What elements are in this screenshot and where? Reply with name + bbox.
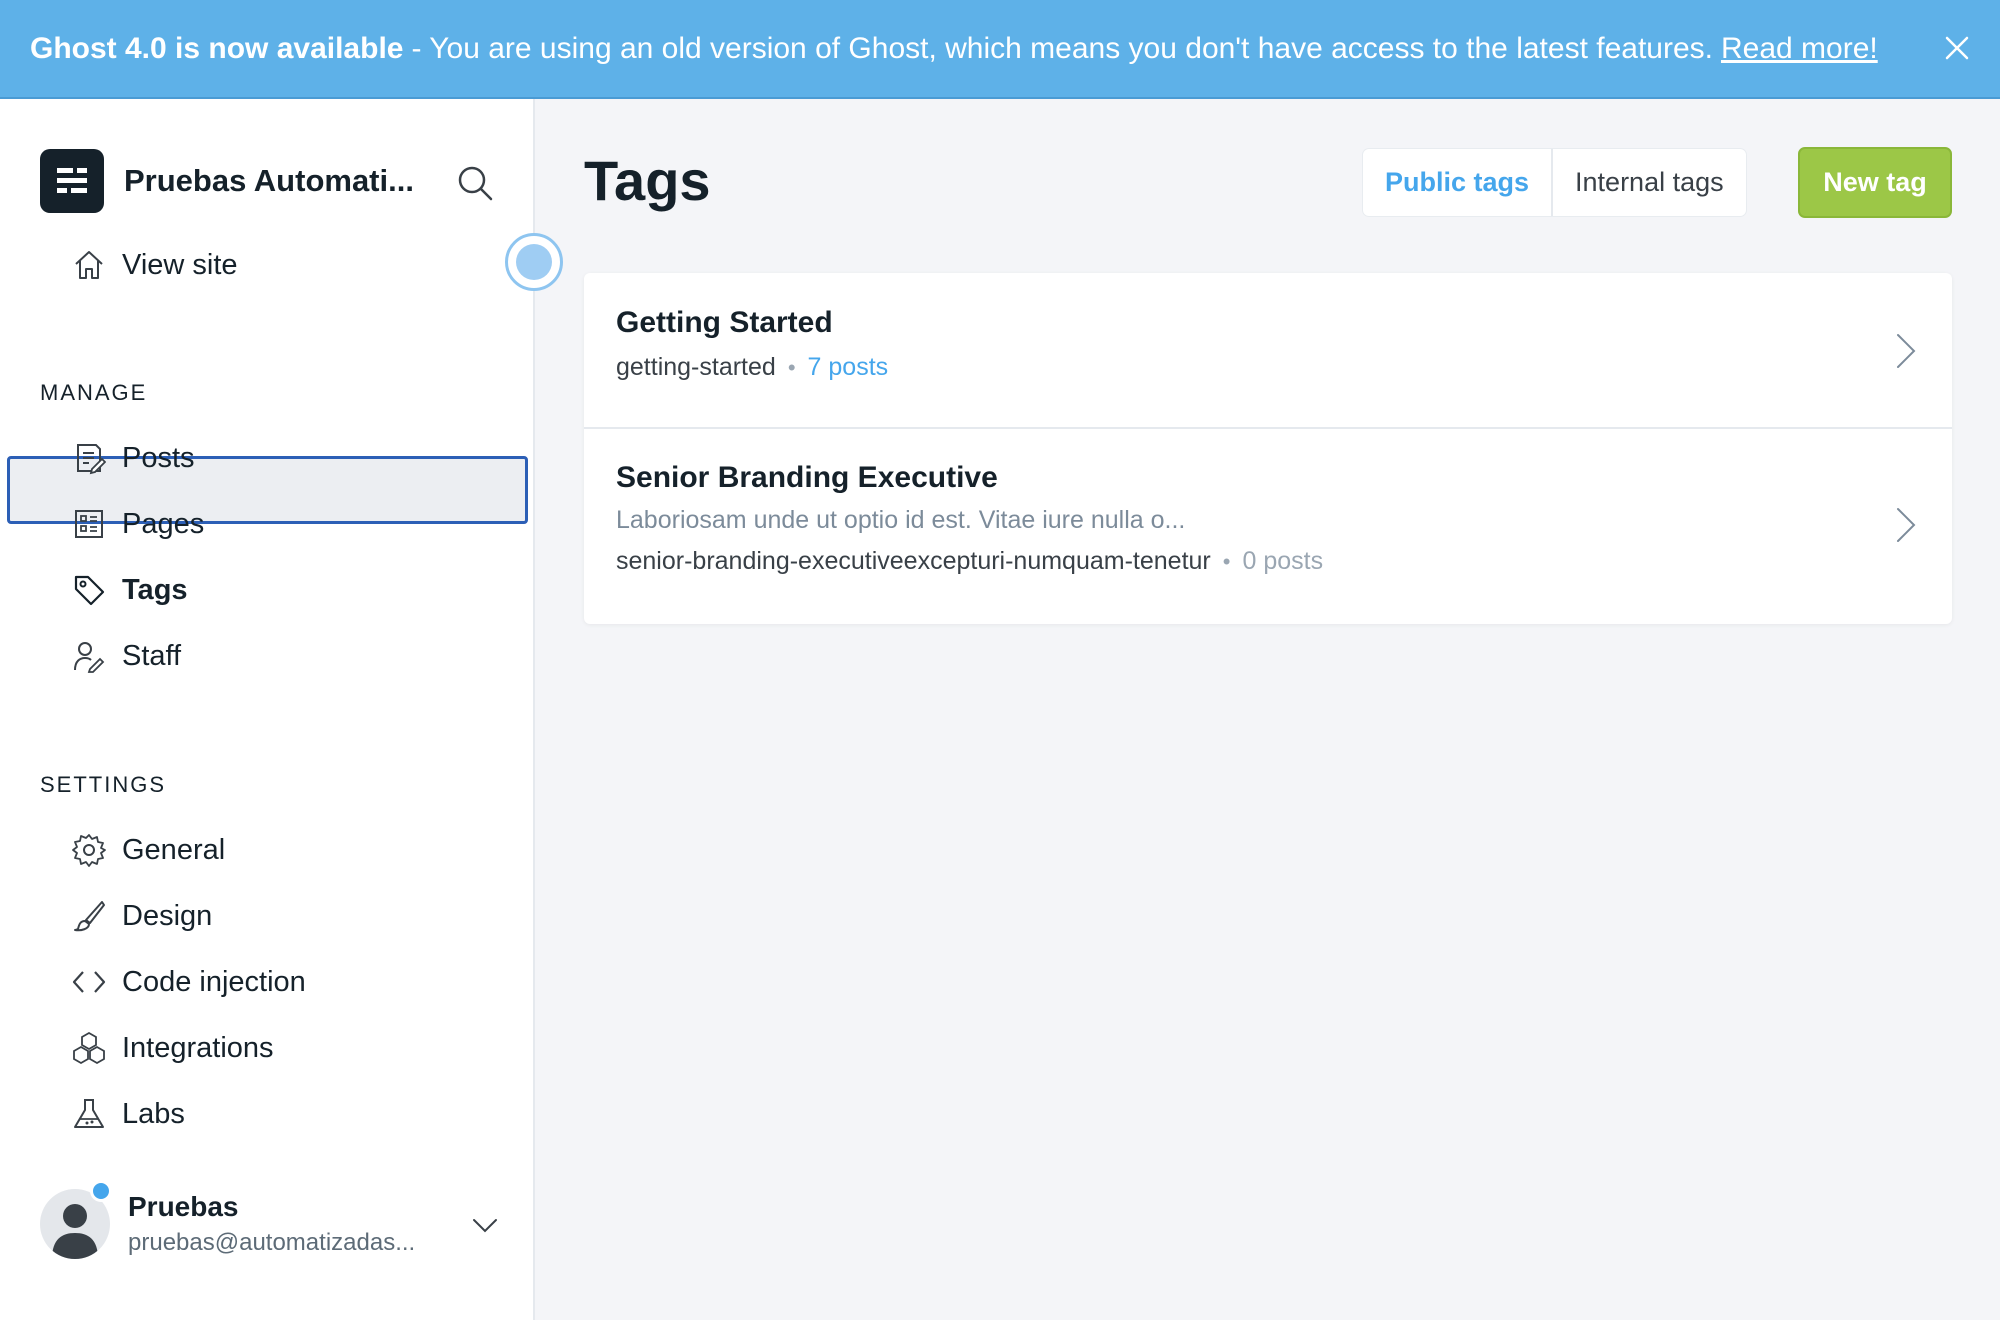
new-tag-button[interactable]: New tag [1798, 147, 1952, 218]
banner-message: - You are using an old version of Ghost,… [411, 31, 1713, 65]
sidebar-item-label: Code injection [122, 965, 306, 998]
chevron-right-icon [1897, 334, 1916, 368]
sidebar-item-staff[interactable]: Staff [72, 632, 181, 680]
update-banner: Ghost 4.0 is now available - You are usi… [0, 0, 2000, 99]
view-site-link[interactable]: View site [72, 241, 238, 289]
notification-dot [90, 1180, 112, 1202]
sidebar-item-posts[interactable]: Posts [72, 434, 195, 482]
tag-name: Getting Started [616, 306, 833, 339]
home-icon [75, 251, 103, 279]
user-email: pruebas@automatizadas... [128, 1229, 416, 1256]
tag-slug: getting-started [616, 353, 776, 381]
tab-internal-tags[interactable]: Internal tags [1553, 149, 1746, 216]
staff-icon [74, 642, 105, 673]
cubes-icon [73, 1031, 105, 1065]
pages-icon [75, 510, 103, 538]
code-icon [72, 971, 106, 993]
banner-title: Ghost 4.0 is now available [30, 31, 404, 65]
tag-slug: senior-branding-executiveexcepturi-numqu… [616, 547, 1211, 575]
sidebar-item-general[interactable]: General [72, 826, 225, 874]
tag-icon [74, 575, 105, 606]
user-name: Pruebas [128, 1191, 239, 1222]
sidebar: Pruebas Automati... View site MANAGE Pos… [0, 99, 535, 1320]
page-title: Tags [584, 149, 711, 212]
tag-meta: getting-started • 7 posts [616, 353, 889, 382]
tag-meta: senior-branding-executiveexcepturi-numqu… [616, 547, 1324, 575]
list-item[interactable]: Senior Branding Executive Laboriosam und… [584, 429, 1952, 624]
sidebar-item-label: Design [122, 899, 213, 932]
sidebar-item-design[interactable]: Design [72, 892, 212, 940]
view-site-label: View site [122, 248, 238, 281]
search-icon[interactable] [455, 163, 495, 203]
sidebar-item-label: Posts [122, 441, 195, 474]
sidebar-item-code-injection[interactable]: Code injection [72, 958, 306, 1006]
flask-icon [74, 1099, 104, 1128]
sidebar-item-label: Labs [122, 1097, 185, 1130]
list-item[interactable]: Getting Started getting-started • 7 post… [584, 273, 1952, 429]
sidebar-item-label: Integrations [122, 1031, 274, 1064]
tag-list: Getting Started getting-started • 7 post… [584, 273, 1952, 624]
sidebar-item-label: Staff [122, 639, 182, 672]
user-menu[interactable]: Pruebas pruebas@automatizadas... [40, 1180, 500, 1264]
close-icon[interactable] [1942, 33, 1972, 63]
sidebar-item-label: General [122, 833, 226, 866]
sidebar-item-label: Tags [122, 573, 188, 606]
chevron-right-icon [1897, 508, 1916, 542]
sidebar-item-labs[interactable]: Labs [72, 1090, 185, 1138]
sidebar-item-tags[interactable]: Tags [72, 566, 188, 614]
tab-public-tags[interactable]: Public tags [1363, 149, 1554, 216]
brush-icon [74, 901, 105, 932]
gear-icon [72, 834, 106, 867]
manage-section-label: MANAGE [40, 380, 148, 405]
banner-read-more-link[interactable]: Read more! [1721, 32, 1878, 66]
settings-section-label: SETTINGS [40, 772, 167, 797]
sidebar-item-label: Pages [122, 507, 205, 540]
tag-post-count: 0 posts [1242, 547, 1324, 575]
onboarding-pulse-indicator[interactable] [505, 233, 563, 291]
tag-name: Senior Branding Executive [616, 461, 998, 494]
site-logo-icon [40, 149, 104, 213]
chevron-down-icon[interactable] [470, 1210, 500, 1240]
tag-type-toggle: Public tags Internal tags [1363, 149, 1746, 216]
site-brand[interactable]: Pruebas Automati... [40, 149, 434, 213]
tag-post-count[interactable]: 7 posts [808, 353, 889, 382]
tag-description: Laboriosam unde ut optio id est. Vitae i… [616, 506, 1186, 534]
posts-icon [77, 444, 106, 475]
sidebar-item-integrations[interactable]: Integrations [72, 1024, 274, 1072]
sidebar-item-pages[interactable]: Pages [72, 500, 204, 548]
site-name: Pruebas Automati... [124, 163, 414, 198]
